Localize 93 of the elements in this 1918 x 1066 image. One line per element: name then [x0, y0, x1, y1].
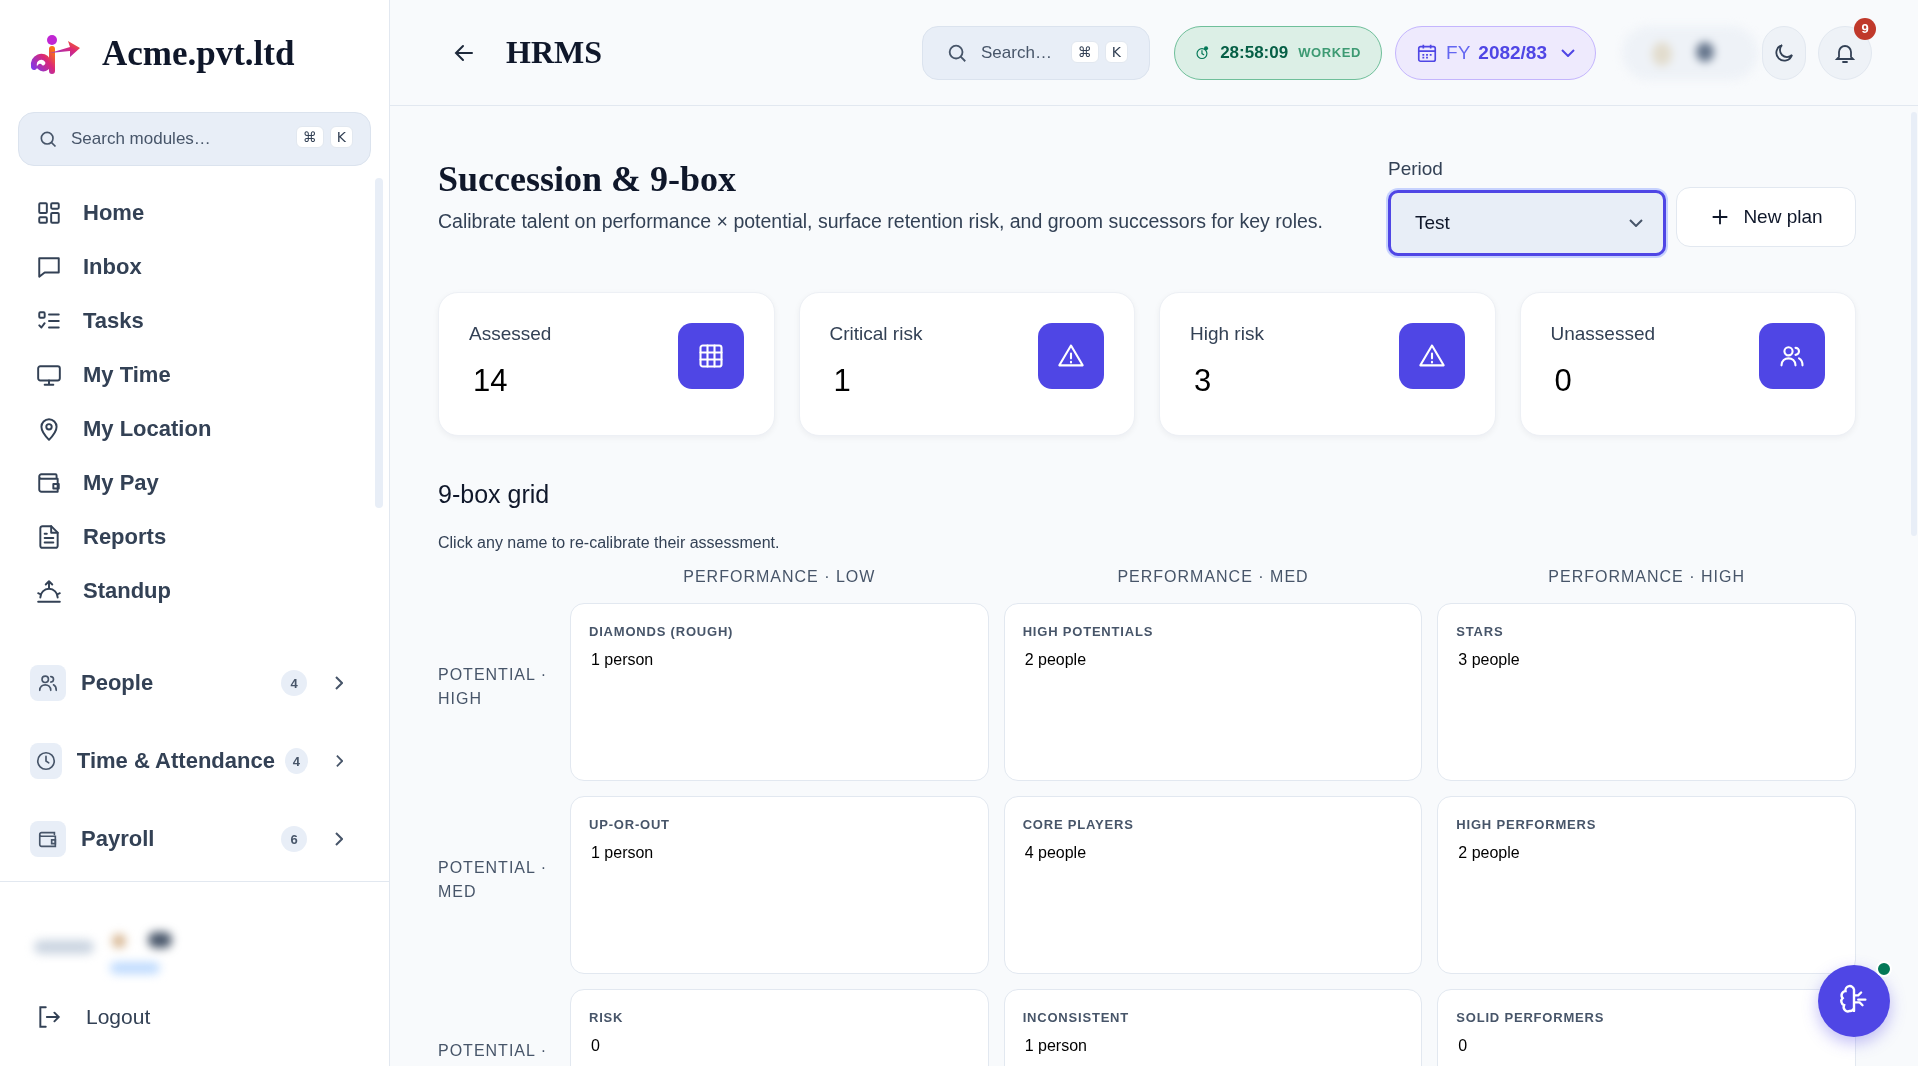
period-label: Period	[1388, 158, 1444, 180]
chevron-down-icon	[1561, 48, 1575, 57]
count-badge: 4	[281, 670, 307, 696]
logout-icon	[36, 1004, 62, 1030]
grid-box[interactable]: HIGH PERFORMERS 2 people	[1437, 796, 1856, 974]
section-hint: Click any name to re-calibrate their assessment.	[438, 534, 781, 552]
nav-item[interactable]: Inbox	[0, 240, 389, 294]
box-count: 0	[1457, 1037, 1468, 1055]
app-title: HRMS	[506, 34, 602, 71]
fiscal-year-dropdown[interactable]: FY 2082/83	[1395, 25, 1596, 80]
nav-item[interactable]: Home	[0, 186, 389, 240]
box-count: 3 people	[1457, 651, 1520, 669]
nav-group-item[interactable]: People 4	[0, 644, 389, 722]
stat-value: 0	[1553, 363, 1573, 399]
grid-box[interactable]: SOLID PERFORMERS 0	[1437, 989, 1856, 1066]
warning-icon	[1398, 323, 1465, 389]
chevron-right-icon	[335, 676, 343, 690]
box-title: SOLID PERFORMERS	[1456, 1010, 1605, 1025]
stat-label: Unassessed	[1550, 323, 1656, 345]
grid-box[interactable]: CORE PLAYERS 4 people	[1003, 796, 1423, 974]
grid-box[interactable]: UP-OR-OUT 1 person	[570, 796, 989, 974]
wallet-icon	[30, 821, 66, 857]
warning-icon	[1038, 323, 1104, 389]
sunrise-icon	[36, 578, 62, 604]
box-title: HIGH POTENTIALS	[1022, 624, 1154, 639]
nav-item[interactable]: My Pay	[0, 456, 389, 510]
nav-group-item[interactable]: Time & Attendance 4	[0, 722, 389, 800]
online-dot	[1876, 961, 1892, 977]
grid-box[interactable]: DIAMONDS (ROUGH) 1 person	[570, 603, 989, 781]
box-count: 4 people	[1023, 844, 1087, 862]
nav-item[interactable]: Reports	[0, 510, 389, 564]
chat-bubble-icon	[36, 254, 62, 280]
document-icon	[36, 524, 62, 550]
column-header: PERFORMANCE · HIGH	[1547, 568, 1746, 587]
logo-icon	[30, 33, 82, 75]
worked-timer[interactable]: 28:58:09 WORKED	[1174, 25, 1383, 80]
nav-item[interactable]: Tasks	[0, 294, 389, 348]
box-title: UP-OR-OUT	[589, 817, 670, 832]
chevron-down-icon	[1629, 219, 1643, 227]
section-title: 9-box grid	[438, 480, 551, 509]
stat-label: Critical risk	[829, 323, 923, 345]
box-count: 1 person	[1023, 1037, 1087, 1055]
notification-badge: 9	[1854, 17, 1876, 40]
count-badge: 6	[281, 826, 307, 852]
brand-name: Acme.pvt.ltd	[102, 34, 295, 74]
grid-box[interactable]: INCONSISTENT 1 person	[1003, 989, 1423, 1066]
stat-label: Assessed	[469, 323, 552, 345]
nav-item[interactable]: My Location	[0, 402, 389, 456]
box-title: CORE PLAYERS	[1022, 817, 1134, 832]
monitor-icon	[36, 362, 62, 388]
box-title: INCONSISTENT	[1022, 1010, 1130, 1025]
box-count: 0	[590, 1037, 600, 1055]
stat-value: 3	[1193, 363, 1213, 399]
users-icon	[1759, 323, 1825, 389]
period-select[interactable]: Test	[1388, 190, 1666, 256]
logout-link[interactable]: Logout	[36, 1004, 389, 1030]
row-header: POTENTIAL · MED	[438, 858, 548, 902]
nav-item[interactable]: Standup	[0, 564, 389, 618]
search-icon	[38, 129, 58, 149]
chevron-right-icon	[335, 754, 343, 768]
grid-icon	[677, 323, 744, 389]
box-count: 1 person	[590, 651, 654, 669]
box-title: RISK	[589, 1010, 624, 1025]
page-subtitle: Calibrate talent on performance × potential, surface retention risk, and groom successors for key roles.	[438, 210, 1324, 233]
clock-icon	[30, 743, 62, 779]
grid-box[interactable]: STARS 3 people	[1437, 603, 1856, 781]
column-header: PERFORMANCE · MED	[1116, 568, 1310, 587]
chevron-right-icon	[335, 832, 343, 846]
home-grid-icon	[36, 200, 62, 226]
new-plan-button[interactable]: New plan	[1676, 187, 1856, 247]
users-icon	[30, 665, 66, 701]
row-header: POTENTIAL ·	[438, 1041, 548, 1061]
stat-value: 1	[832, 363, 852, 399]
shortcut-key: ⌘	[295, 126, 324, 148]
box-title: HIGH PERFORMERS	[1456, 817, 1597, 832]
theme-toggle-button[interactable]	[1762, 25, 1806, 80]
box-count: 1 person	[590, 844, 654, 862]
page-title: Succession & 9-box	[438, 158, 738, 200]
box-count: 2 people	[1457, 844, 1520, 862]
wallet-icon	[36, 470, 62, 496]
grid-box[interactable]: RISK 0	[570, 989, 989, 1066]
column-header: PERFORMANCE · LOW	[682, 568, 877, 587]
nav-group-item[interactable]: Payroll 6	[0, 800, 389, 878]
nav-item[interactable]: My Time	[0, 348, 389, 402]
row-header: POTENTIAL · HIGH	[438, 665, 548, 709]
stat-label: High risk	[1190, 323, 1264, 345]
stat-value: 14	[472, 363, 509, 399]
grid-box[interactable]: HIGH POTENTIALS 2 people	[1003, 603, 1423, 781]
box-title: DIAMONDS (ROUGH)	[589, 624, 734, 639]
box-title: STARS	[1456, 624, 1504, 639]
box-count: 2 people	[1023, 651, 1087, 669]
count-badge: 4	[284, 748, 308, 774]
notifications-button[interactable]	[1818, 25, 1872, 80]
